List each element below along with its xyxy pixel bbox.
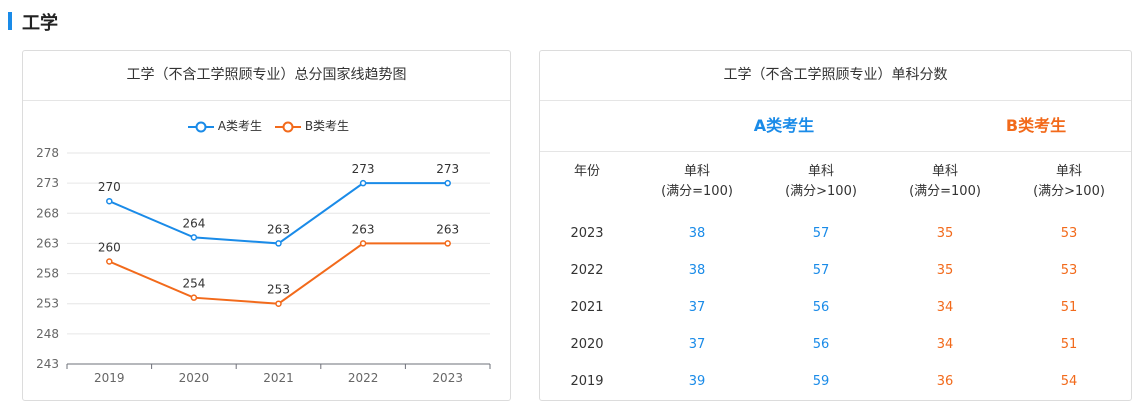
data-point xyxy=(190,294,198,301)
data-point xyxy=(275,240,282,247)
row-b-score-100: 35 xyxy=(936,263,954,278)
row-a-score-100: 37 xyxy=(688,300,706,315)
row-b-score-over100: 53 xyxy=(1060,226,1078,241)
data-label: 263 xyxy=(352,222,375,236)
row-year: 2023 xyxy=(570,226,604,241)
y-tick-label: 268 xyxy=(36,206,59,220)
data-point xyxy=(359,240,367,247)
data-label: 263 xyxy=(267,222,290,236)
chart-title: 工学（不含工学照顾专业）总分国家线趋势图 xyxy=(23,51,510,101)
header-line1: 单科 xyxy=(683,164,710,179)
row-year: 2019 xyxy=(570,374,604,389)
data-label: 263 xyxy=(436,222,459,236)
y-tick-label: 278 xyxy=(36,146,59,160)
row-b-score-over100: 51 xyxy=(1060,337,1078,352)
legend-item-a[interactable]: A类考生 xyxy=(188,117,262,134)
y-tick-label: 263 xyxy=(36,236,59,250)
row-a-score-over100: 59 xyxy=(812,374,830,389)
header-line1: 单科 xyxy=(807,164,834,179)
row-a-score-over100: 57 xyxy=(812,263,830,278)
row-a-score-100: 38 xyxy=(688,226,706,241)
row-year: 2020 xyxy=(570,337,604,352)
data-label: 273 xyxy=(352,162,375,176)
header-line2: (满分>100) xyxy=(785,184,857,199)
y-tick-label: 258 xyxy=(36,267,59,281)
data-label: 273 xyxy=(436,162,459,176)
data-label: 254 xyxy=(182,277,205,291)
header-cell: 单科 (满分=100) xyxy=(890,162,1000,202)
x-tick-label: 2020 xyxy=(179,371,210,385)
data-label: 253 xyxy=(267,283,290,297)
data-label: 270 xyxy=(98,180,121,194)
row-b-score-over100: 54 xyxy=(1060,374,1078,389)
header-line1: 单科 xyxy=(931,164,958,179)
group-b-label: B类考生 xyxy=(1005,116,1067,135)
y-tick-label: 273 xyxy=(36,176,59,190)
row-a-score-over100: 56 xyxy=(812,337,830,352)
header-line2: (满分=100) xyxy=(909,184,981,199)
legend-a-line-icon xyxy=(188,121,214,132)
header-line2: (满分=100) xyxy=(661,184,733,199)
row-a-score-100: 38 xyxy=(688,263,706,278)
row-b-score-100: 34 xyxy=(936,337,954,352)
legend-b-line-icon xyxy=(275,121,301,132)
header-cell: 单科 (满分=100) xyxy=(642,162,752,202)
row-year: 2022 xyxy=(570,263,604,278)
header-cell: 单科 (满分>100) xyxy=(766,162,876,202)
data-point xyxy=(444,179,451,187)
table-title: 工学（不含工学照顾专业）单科分数 xyxy=(540,51,1131,101)
header-cell: 单科 (满分>100) xyxy=(1014,162,1124,202)
data-point xyxy=(444,240,451,247)
header-year: 年份 xyxy=(573,164,600,179)
chart-legend: A类考生 B类考生 xyxy=(0,117,489,137)
y-tick-label: 243 xyxy=(36,357,59,371)
y-tick-label: 248 xyxy=(36,327,59,341)
y-tick-label: 253 xyxy=(36,297,59,311)
group-a-label: A类考生 xyxy=(753,116,815,135)
data-point xyxy=(359,179,367,187)
legend-b-label: B类考生 xyxy=(304,119,350,133)
row-b-score-over100: 53 xyxy=(1060,263,1078,278)
row-a-score-100: 37 xyxy=(688,337,706,352)
row-b-score-100: 36 xyxy=(936,374,954,389)
data-point xyxy=(106,258,113,265)
legend-item-b[interactable]: B类考生 xyxy=(275,117,349,134)
row-a-score-100: 39 xyxy=(688,374,706,389)
data-point xyxy=(190,234,198,241)
section-header: 工学 xyxy=(0,0,1139,40)
data-point xyxy=(106,197,113,205)
data-point xyxy=(275,300,282,307)
score-table-card: 工学（不含工学照顾专业）单科分数 A类考生 B类考生 年份 单科 (满分=100) 单… xyxy=(539,50,1132,401)
legend-a-label: A类考生 xyxy=(217,119,263,133)
x-tick-label: 2022 xyxy=(348,371,379,385)
row-a-score-over100: 57 xyxy=(812,226,830,241)
row-b-score-100: 35 xyxy=(936,226,954,241)
row-year: 2021 xyxy=(570,300,604,315)
x-tick-label: 2019 xyxy=(94,371,125,385)
row-b-score-100: 34 xyxy=(936,300,954,315)
section-title: 工学 xyxy=(22,13,58,34)
row-b-score-over100: 51 xyxy=(1060,300,1078,315)
trend-line-chart: 243 248 253 258 263 268 273 278 2019 2020 2021 2022… xyxy=(36,146,491,385)
x-tick-label: 2021 xyxy=(263,371,294,385)
data-label: 260 xyxy=(98,241,121,255)
header-line1: 单科 xyxy=(1055,164,1082,179)
row-a-score-over100: 56 xyxy=(812,300,830,315)
x-tick-label: 2023 xyxy=(432,371,463,385)
data-label: 264 xyxy=(182,216,205,230)
section-accent-bar xyxy=(8,12,12,30)
header-line2: (满分>100) xyxy=(1033,184,1105,199)
group-header-row: A类考生 B类考生 xyxy=(540,101,1131,152)
